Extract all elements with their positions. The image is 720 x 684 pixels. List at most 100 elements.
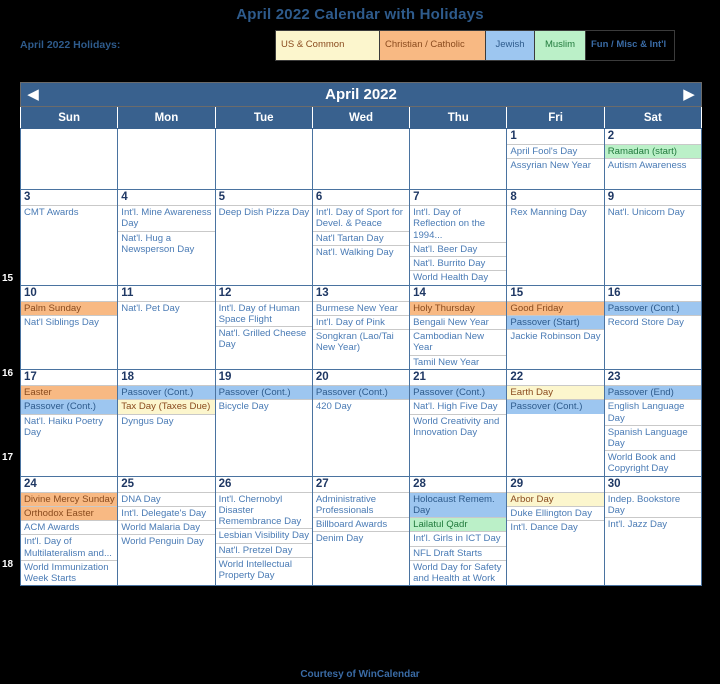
calendar-event[interactable]: Passover (End) bbox=[604, 385, 701, 400]
calendar-event[interactable]: Passover (Cont.) bbox=[410, 385, 507, 400]
calendar-day-cell[interactable]: 20 Passover (Cont.) 420 Day bbox=[311, 368, 411, 477]
calendar-event[interactable]: English Language Day bbox=[604, 399, 701, 424]
calendar-day-cell[interactable]: 28 Holocaust Remem. Day Lailatul Qadr Int'l… bbox=[409, 475, 508, 587]
calendar-event[interactable]: Cambodian New Year bbox=[410, 329, 507, 354]
calendar-event[interactable]: Int'l. Day of Pink bbox=[312, 314, 410, 329]
calendar-event[interactable]: Nat'l. Burrito Day bbox=[410, 256, 507, 270]
calendar-event[interactable]: Passover (Cont.) bbox=[215, 385, 312, 400]
calendar-event[interactable]: Palm Sunday bbox=[21, 300, 118, 315]
calendar-event[interactable]: Int'l. Day of Multilateralism and... bbox=[21, 534, 118, 559]
calendar-day-cell[interactable]: 12 Int'l. Day of Human Space Flight Nat'l.… bbox=[214, 284, 313, 370]
calendar-day-cell[interactable]: 14 Holy Thursday Bengali New Year Cambodian… bbox=[409, 284, 508, 370]
calendar-day-cell[interactable]: 11 Nat'l. Pet Day bbox=[117, 284, 216, 370]
calendar-event[interactable]: Passover (Cont.) bbox=[507, 399, 604, 414]
calendar-day-cell[interactable]: 23 Passover (End) English Language Day Span… bbox=[603, 368, 703, 477]
calendar-event[interactable]: Int'l. Delegate's Day bbox=[118, 506, 215, 520]
calendar-event[interactable]: Int'l. Dance Day bbox=[507, 520, 604, 534]
calendar-event[interactable]: Passover (Cont.) bbox=[604, 300, 701, 315]
calendar-event[interactable]: Autism Awareness bbox=[604, 158, 701, 172]
calendar-event[interactable]: World Intellectual Property Day bbox=[215, 556, 312, 582]
calendar-day-cell[interactable]: 18 Passover (Cont.) Tax Day (Taxes Due) Dyn… bbox=[117, 368, 216, 477]
calendar-day-cell[interactable]: 19 Passover (Cont.) Bicycle Day bbox=[214, 368, 313, 477]
calendar-day-cell[interactable]: 25 DNA Day Int'l. Delegate's Day World Mala… bbox=[117, 475, 216, 587]
calendar-day-cell[interactable]: 3 CMT Awards bbox=[19, 189, 119, 286]
calendar-event[interactable]: DNA Day bbox=[118, 491, 215, 506]
calendar-event[interactable]: Nat'l. Hug a Newsperson Day bbox=[118, 230, 215, 256]
calendar-event[interactable]: Nat'l. Beer Day bbox=[410, 241, 507, 256]
calendar-day-cell[interactable]: 7 Int'l. Day of Reflection on the 1994...… bbox=[409, 189, 508, 286]
calendar-event[interactable]: Orthodox Easter bbox=[21, 506, 118, 521]
calendar-event[interactable]: Nat'l. High Five Day bbox=[410, 399, 507, 413]
calendar-event[interactable]: Nat'l. Walking Day bbox=[312, 244, 410, 259]
calendar-event[interactable]: Record Store Day bbox=[604, 314, 701, 329]
calendar-event[interactable]: Dyngus Day bbox=[118, 413, 215, 428]
calendar-event[interactable]: Int'l. Chernobyl Disaster Remembrance Da… bbox=[215, 491, 312, 529]
calendar-event[interactable]: Indep. Bookstore Day bbox=[604, 491, 701, 517]
calendar-event[interactable]: Holocaust Remem. Day bbox=[410, 491, 507, 518]
calendar-day-cell[interactable]: 30 Indep. Bookstore Day Int'l. Jazz Day bbox=[603, 475, 703, 587]
calendar-event[interactable]: Bengali New Year bbox=[410, 314, 507, 329]
calendar-event[interactable]: NFL Draft Starts bbox=[410, 545, 507, 560]
calendar-event[interactable]: Int'l. Mine Awareness Day bbox=[118, 205, 215, 230]
calendar-day-cell[interactable]: 10 Palm Sunday Nat'l Siblings Day bbox=[19, 284, 119, 370]
calendar-event[interactable]: Tamil New Year bbox=[410, 354, 507, 369]
calendar-event[interactable]: Nat'l. Pet Day bbox=[118, 300, 215, 315]
calendar-day-cell[interactable]: 26 Int'l. Chernobyl Disaster Remembrance … bbox=[214, 475, 313, 587]
calendar-event[interactable]: Rex Manning Day bbox=[507, 205, 604, 219]
calendar-event[interactable]: Billboard Awards bbox=[312, 517, 410, 531]
calendar-event[interactable]: 420 Day bbox=[312, 399, 410, 413]
calendar-event[interactable]: Burmese New Year bbox=[312, 300, 410, 315]
calendar-event[interactable]: Administrative Professionals bbox=[312, 491, 410, 517]
calendar-day-cell[interactable]: 4 Int'l. Mine Awareness Day Nat'l. Hug a N… bbox=[117, 189, 216, 286]
calendar-event[interactable]: World Malaria Day bbox=[118, 520, 215, 534]
calendar-event[interactable]: World Health Day bbox=[410, 270, 507, 284]
calendar-event[interactable]: Int'l. Day of Human Space Flight bbox=[215, 300, 312, 326]
calendar-event[interactable]: World Penguin Day bbox=[118, 534, 215, 548]
calendar-event[interactable]: Passover (Start) bbox=[507, 314, 604, 330]
calendar-event[interactable]: Nat'l Tartan Day bbox=[312, 230, 410, 245]
calendar-event[interactable]: Nat'l Siblings Day bbox=[21, 314, 118, 329]
calendar-day-cell[interactable]: 27 Administrative Professionals Billboard … bbox=[311, 475, 411, 587]
calendar-event[interactable]: Passover (Cont.) bbox=[21, 399, 118, 414]
calendar-day-cell[interactable]: 6 Int'l. Day of Sport for Devel. & Peace N… bbox=[311, 189, 411, 286]
calendar-event[interactable]: Spanish Language Day bbox=[604, 424, 701, 450]
calendar-event[interactable]: Passover (Cont.) bbox=[312, 385, 410, 400]
calendar-day-cell[interactable]: 13 Burmese New Year Int'l. Day of Pink Song… bbox=[311, 284, 411, 370]
calendar-day-cell[interactable]: 2 Ramadan (start) Autism Awareness bbox=[603, 128, 703, 190]
calendar-event[interactable]: Int'l. Day of Sport for Devel. & Peace bbox=[312, 205, 410, 230]
calendar-event[interactable]: Denim Day bbox=[312, 531, 410, 545]
calendar-event[interactable]: Nat'l. Pretzel Day bbox=[215, 542, 312, 557]
calendar-event[interactable]: April Fool's Day bbox=[507, 144, 604, 158]
calendar-day-cell[interactable]: 29 Arbor Day Duke Ellington Day Int'l. Danc… bbox=[506, 475, 605, 587]
calendar-event[interactable]: Nat'l. Unicorn Day bbox=[604, 205, 701, 219]
calendar-day-cell[interactable]: 22 Earth Day Passover (Cont.) bbox=[506, 368, 605, 477]
calendar-event[interactable]: Earth Day bbox=[507, 385, 604, 400]
calendar-event[interactable]: Easter bbox=[21, 385, 118, 400]
calendar-event[interactable]: Lailatul Qadr bbox=[410, 517, 507, 532]
calendar-day-cell[interactable]: 21 Passover (Cont.) Nat'l. High Five Day Wo… bbox=[409, 368, 508, 477]
calendar-event[interactable]: World Day for Safety and Health at Work bbox=[410, 559, 507, 585]
calendar-event[interactable]: Deep Dish Pizza Day bbox=[215, 205, 312, 219]
calendar-event[interactable]: Duke Ellington Day bbox=[507, 506, 604, 520]
calendar-day-cell[interactable]: 5 Deep Dish Pizza Day bbox=[214, 189, 313, 286]
calendar-event[interactable]: Passover (Cont.) bbox=[118, 385, 215, 400]
calendar-event[interactable]: Tax Day (Taxes Due) bbox=[118, 399, 215, 414]
calendar-event[interactable]: World Creativity and Innovation Day bbox=[410, 413, 507, 439]
calendar-event[interactable]: Songkran (Lao/Tai New Year) bbox=[312, 329, 410, 354]
calendar-event[interactable]: Nat'l. Haiku Poetry Day bbox=[21, 413, 118, 439]
calendar-event[interactable]: CMT Awards bbox=[21, 205, 118, 219]
calendar-day-cell[interactable]: 24 Divine Mercy Sunday Orthodox Easter ACM … bbox=[19, 475, 119, 587]
calendar-event[interactable]: Nat'l. Grilled Cheese Day bbox=[215, 326, 312, 351]
calendar-day-cell[interactable]: 9 Nat'l. Unicorn Day bbox=[603, 189, 703, 286]
calendar-event[interactable]: Bicycle Day bbox=[215, 399, 312, 413]
calendar-day-cell[interactable]: 15 Good Friday Passover (Start) Jackie Robi… bbox=[506, 284, 605, 370]
calendar-event[interactable]: Ramadan (start) bbox=[604, 144, 701, 159]
prev-month-icon[interactable]: ◀ bbox=[21, 87, 45, 102]
calendar-event[interactable]: Arbor Day bbox=[507, 491, 604, 507]
calendar-event[interactable]: World Book and Copyright Day bbox=[604, 450, 701, 475]
calendar-event[interactable]: Int'l. Day of Reflection on the 1994... bbox=[410, 205, 507, 242]
calendar-event[interactable]: Lesbian Visibility Day bbox=[215, 528, 312, 542]
calendar-event[interactable]: Good Friday bbox=[507, 300, 604, 315]
calendar-event[interactable]: Assyrian New Year bbox=[507, 158, 604, 172]
calendar-day-cell[interactable]: 16 Passover (Cont.) Record Store Day bbox=[603, 284, 703, 370]
